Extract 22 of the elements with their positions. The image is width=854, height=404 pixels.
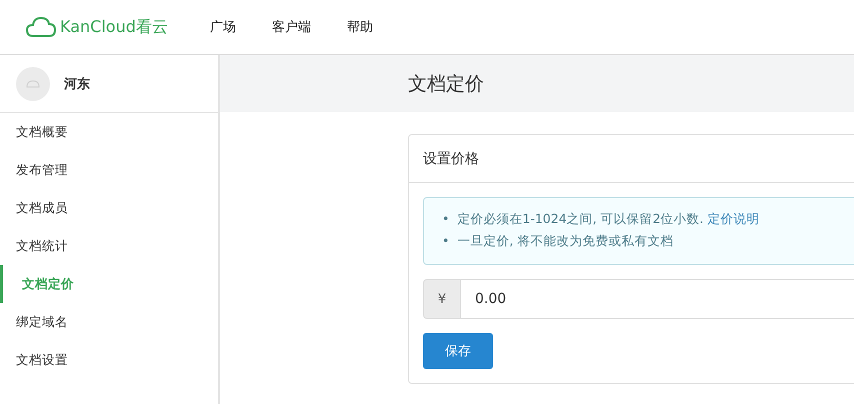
save-button[interactable]: 保存 [423,333,493,369]
card-title: 设置价格 [423,150,479,168]
pricing-link[interactable]: 定价说明 [708,211,760,226]
notice-text: 一旦定价, 将不能改为免费或私有文档 [457,232,674,250]
bullet: • [442,232,450,250]
sidebar-item[interactable]: 文档概要 [0,113,218,151]
bullet: • [442,210,450,228]
sidebar-item[interactable]: 文档设置 [0,341,218,379]
currency-addon: ¥ [423,279,460,319]
nav-link[interactable]: 帮助 [347,18,373,36]
nav-link[interactable]: 广场 [210,18,236,36]
price-input[interactable]: 0.00 [460,279,854,319]
nav-link[interactable]: 客户端 [272,18,311,36]
page-title: 文档定价 [408,72,484,96]
avatar-icon [16,66,50,100]
sidebar-item[interactable]: 文档统计 [0,227,218,265]
cloud-icon [26,16,56,38]
sidebar-item[interactable]: 文档成员 [0,189,218,227]
sidebar-item[interactable]: 发布管理 [0,151,218,189]
notice-text: 定价必须在1-1024之间, 可以保留2位小数. 定价说明 [457,210,760,228]
user-name: 河东 [64,76,90,92]
sidebar-item[interactable]: 绑定域名 [0,303,218,341]
